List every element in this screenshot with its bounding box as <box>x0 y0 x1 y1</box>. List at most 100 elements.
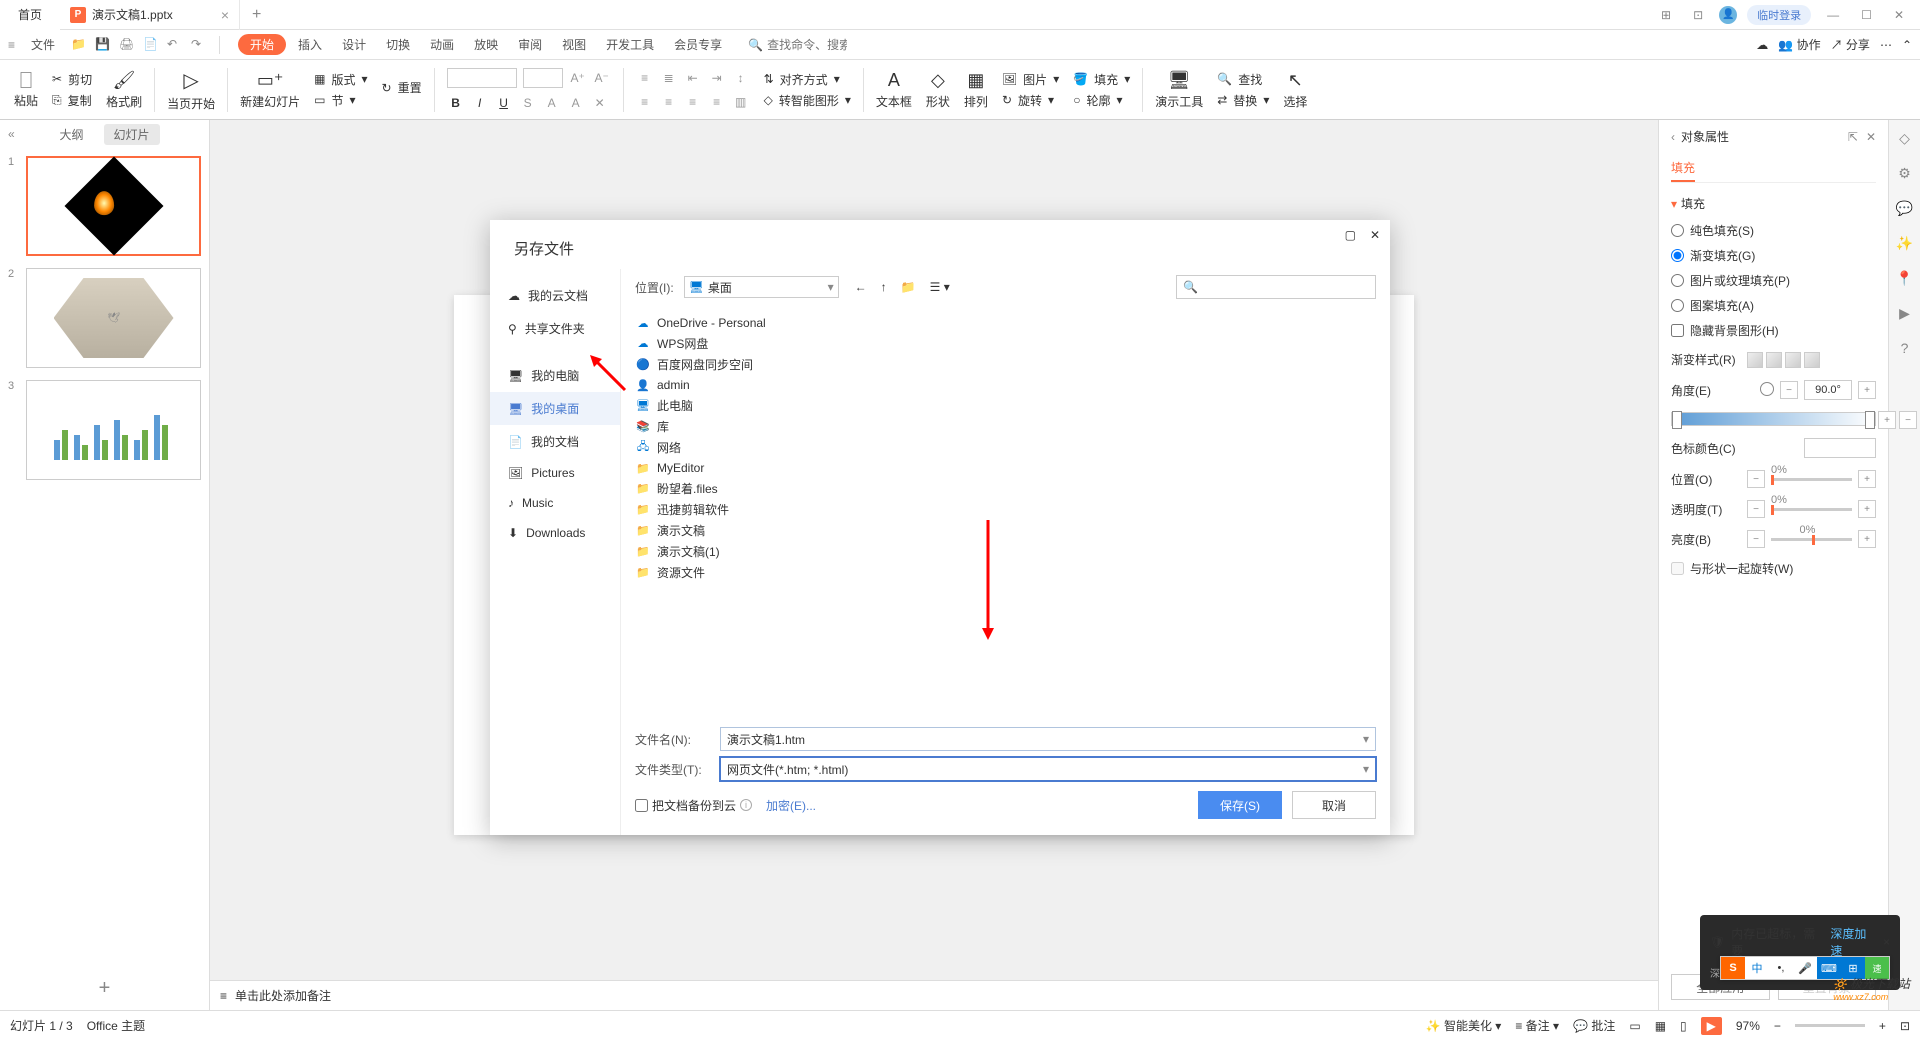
align-right-icon[interactable]: ≡ <box>684 93 702 111</box>
panel-close-icon[interactable]: ✕ <box>1866 130 1876 144</box>
underline-icon[interactable]: U <box>495 94 513 112</box>
italic-icon[interactable]: I <box>471 94 489 112</box>
new-tab-button[interactable]: + <box>240 6 273 24</box>
file-item[interactable]: 📁盼望着.files <box>635 478 1376 499</box>
file-menu[interactable]: 文件 <box>23 36 63 53</box>
apps-icon[interactable]: ⊡ <box>1687 8 1709 22</box>
del-stop-icon[interactable]: − <box>1899 411 1917 429</box>
notes-toggle[interactable]: ≡ 备注 ▾ <box>1515 1017 1559 1034</box>
align-left-icon[interactable]: ≡ <box>636 93 654 111</box>
sb-cloud-docs[interactable]: ☁我的云文档 <box>490 279 620 312</box>
cloud-sync-icon[interactable]: ☁ <box>1756 38 1768 52</box>
new-slide-button[interactable]: ▭⁺新建幻灯片 <box>234 70 306 110</box>
copy-button[interactable]: ⎘复制 <box>52 92 92 109</box>
file-item[interactable]: 📚库 <box>635 416 1376 437</box>
font-size-select[interactable] <box>523 68 563 88</box>
beautify-button[interactable]: ✨ 智能美化 ▾ <box>1426 1017 1502 1034</box>
menu-transition[interactable]: 切换 <box>378 36 418 53</box>
file-item[interactable]: 📁迅捷剪辑软件 <box>635 499 1376 520</box>
notes-bar[interactable]: ≡ 单击此处添加备注 <box>210 980 1658 1010</box>
filename-input[interactable]: 演示文稿1.htm▾ <box>720 727 1376 751</box>
tool-animation-icon[interactable]: ✨ <box>1896 235 1913 252</box>
file-item[interactable]: 👤admin <box>635 375 1376 395</box>
fill-section[interactable]: ▾ 填充 <box>1671 195 1876 212</box>
file-item[interactable]: 📁MyEditor <box>635 458 1376 478</box>
minimize-icon[interactable]: — <box>1821 8 1845 22</box>
decrease-font-icon[interactable]: A⁻ <box>593 69 611 87</box>
font-family-select[interactable] <box>447 68 517 88</box>
open-icon[interactable]: 📁 <box>71 37 87 53</box>
share-button[interactable]: ↗ 分享 <box>1831 36 1870 53</box>
angle-minus[interactable]: − <box>1780 381 1798 399</box>
tool-settings-icon[interactable]: ⚙ <box>1898 165 1911 182</box>
file-item[interactable]: 📁演示文稿(1) <box>635 541 1376 562</box>
more-icon[interactable]: ⋯ <box>1880 38 1892 52</box>
toast-close-icon[interactable]: × <box>1883 935 1890 949</box>
encrypt-link[interactable]: 加密(E)... <box>766 797 816 814</box>
menu-slideshow[interactable]: 放映 <box>466 36 506 53</box>
position-slider[interactable]: 0% <box>1771 478 1852 481</box>
redo-icon[interactable]: ↷ <box>191 37 207 53</box>
slide-thumb-2[interactable]: 2 🕊 <box>8 268 201 368</box>
file-item[interactable]: 🖥此电脑 <box>635 395 1376 416</box>
undo-icon[interactable]: ↶ <box>167 37 183 53</box>
picture-button[interactable]: 🖼图片 ▾ <box>1002 71 1059 88</box>
zoom-in-icon[interactable]: + <box>1879 1019 1886 1033</box>
bold-icon[interactable]: B <box>447 94 465 112</box>
bright-plus[interactable]: + <box>1858 530 1876 548</box>
bullets-icon[interactable]: ≡ <box>636 69 654 87</box>
zoom-out-icon[interactable]: − <box>1774 1019 1781 1033</box>
strike-icon[interactable]: S <box>519 94 537 112</box>
clear-format-icon[interactable]: ✕ <box>591 94 609 112</box>
bright-minus[interactable]: − <box>1747 530 1765 548</box>
file-item[interactable]: 🔵百度网盘同步空间 <box>635 354 1376 375</box>
hamburger-icon[interactable]: ≡ <box>8 38 15 52</box>
tool-comments-icon[interactable]: 💬 <box>1896 200 1913 217</box>
font-color-icon[interactable]: A <box>543 94 561 112</box>
ime-lang-icon[interactable]: 中 <box>1745 957 1769 979</box>
fill-button[interactable]: 🪣填充 ▾ <box>1073 71 1130 88</box>
color-picker[interactable] <box>1804 438 1876 458</box>
menu-design[interactable]: 设计 <box>334 36 374 53</box>
save-icon[interactable]: 💾 <box>95 37 111 53</box>
fit-icon[interactable]: ⊡ <box>1900 1019 1910 1033</box>
smart-shape-button[interactable]: ◇转智能图形 ▾ <box>764 92 851 109</box>
dialog-close-icon[interactable]: ✕ <box>1370 228 1380 242</box>
slide-thumb-1[interactable]: 1 <box>8 156 201 256</box>
home-tab[interactable]: 首页 <box>0 0 60 30</box>
user-avatar-icon[interactable]: 👤 <box>1719 6 1737 24</box>
angle-input[interactable] <box>1804 380 1852 400</box>
numbering-icon[interactable]: ≣ <box>660 69 678 87</box>
sb-my-computer[interactable]: 🖥我的电脑 <box>490 359 620 392</box>
file-item[interactable]: 🖧网络 <box>635 437 1376 458</box>
menu-animation[interactable]: 动画 <box>422 36 462 53</box>
zoom-slider[interactable] <box>1795 1024 1865 1027</box>
pos-plus[interactable]: + <box>1858 470 1876 488</box>
increase-font-icon[interactable]: A⁺ <box>569 69 587 87</box>
line-spacing-icon[interactable]: ↕ <box>732 69 750 87</box>
layout-icon[interactable]: ⊞ <box>1655 8 1677 22</box>
transparency-slider[interactable]: 0% <box>1771 508 1852 511</box>
cancel-button[interactable]: 取消 <box>1292 791 1376 819</box>
sb-shared-folder[interactable]: ⚲共享文件夹 <box>490 312 620 345</box>
radio-pattern-fill[interactable]: 图案填充(A) <box>1671 297 1876 314</box>
nav-view-icon[interactable]: ☰ ▾ <box>930 280 950 294</box>
document-tab[interactable]: P 演示文稿1.pptx × <box>60 0 240 30</box>
nav-newfolder-icon[interactable]: 📁 <box>901 280 916 294</box>
file-item[interactable]: 📁演示文稿 <box>635 520 1376 541</box>
file-item[interactable]: ☁WPS网盘 <box>635 333 1376 354</box>
align-center-icon[interactable]: ≡ <box>660 93 678 111</box>
search-input[interactable] <box>767 38 847 52</box>
angle-plus[interactable]: + <box>1858 381 1876 399</box>
view-normal-icon[interactable]: ▭ <box>1629 1019 1640 1033</box>
ime-mic-icon[interactable]: 🎤 <box>1793 957 1817 979</box>
sb-my-docs[interactable]: 📄我的文档 <box>490 425 620 458</box>
login-button[interactable]: 临时登录 <box>1747 5 1811 25</box>
menu-member[interactable]: 会员专享 <box>666 36 730 53</box>
section-button[interactable]: ▭节 ▾ <box>314 92 367 109</box>
present-tools-button[interactable]: 🖥演示工具 <box>1149 70 1209 110</box>
outline-tab[interactable]: 大纲 <box>49 124 93 145</box>
menu-insert[interactable]: 插入 <box>290 36 330 53</box>
slide-thumb-3[interactable]: 3 <box>8 380 201 480</box>
find-button[interactable]: 🔍查找 <box>1217 71 1269 88</box>
